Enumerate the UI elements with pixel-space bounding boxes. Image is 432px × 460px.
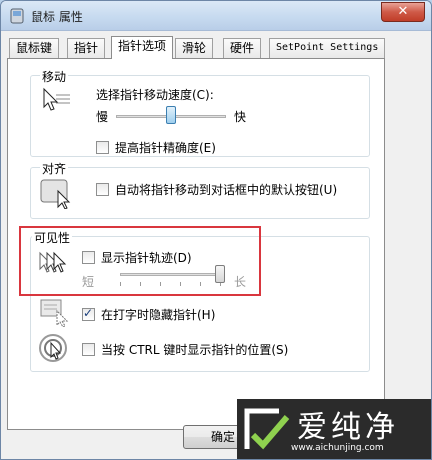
hide-while-typing-icon [40, 299, 69, 327]
close-button[interactable]: ✕ [381, 2, 425, 22]
enhance-precision-label: 提高指针精确度(E) [115, 141, 216, 155]
tab-pointers[interactable]: 指针 [67, 38, 106, 58]
snap-to-default-label: 自动将指针移动到对话框中的默认按钮(U) [115, 183, 338, 197]
enhance-precision-checkbox[interactable] [96, 141, 109, 154]
tab-buttons[interactable]: 鼠标键 [9, 38, 60, 58]
window-title: 鼠标 属性 [31, 10, 83, 24]
tab-wheel[interactable]: 滑轮 [175, 38, 214, 58]
mouse-properties-window: 鼠标 属性 ✕ 鼠标键 指针 指针选项 滑轮 硬件 SetPoint Setti… [0, 0, 432, 460]
slow-label: 慢 [96, 110, 109, 124]
watermark-brand: 爱纯净 [297, 410, 399, 445]
speed-label: 选择指针移动速度(C): [96, 88, 214, 102]
tab-pointer-options[interactable]: 指针选项 [111, 36, 174, 59]
show-location-ctrl-label: 当按 CTRL 键时显示指针的位置(S) [101, 343, 289, 357]
show-location-ctrl-checkbox[interactable] [82, 343, 95, 356]
tab-setpoint-settings[interactable]: SetPoint Settings [269, 38, 386, 58]
watermark-url: www.aichunjing.com [291, 443, 384, 453]
watermark: 爱纯净 www.aichunjing.com [237, 399, 431, 459]
show-location-icon [39, 334, 67, 362]
snap-group-label: 对齐 [40, 160, 69, 177]
snap-to-icon [40, 179, 71, 209]
tab-hardware[interactable]: 硬件 [223, 38, 262, 58]
tab-strip: 鼠标键 指针 指针选项 滑轮 硬件 SetPoint Settings [7, 36, 427, 59]
snap-to-default-checkbox[interactable] [96, 183, 109, 196]
mouse-icon [10, 8, 24, 24]
hide-while-typing-label: 在打字时隐藏指针(H) [101, 308, 216, 322]
speed-slider-thumb[interactable] [166, 106, 176, 124]
pointer-speed-icon [43, 87, 70, 111]
visibility-highlight-box [19, 226, 261, 296]
fast-label: 快 [234, 110, 247, 124]
hide-while-typing-checkbox[interactable] [82, 306, 95, 321]
title-bar: 鼠标 属性 ✕ [1, 1, 431, 31]
motion-group-label: 移动 [40, 68, 69, 85]
watermark-logo-icon [244, 408, 290, 450]
